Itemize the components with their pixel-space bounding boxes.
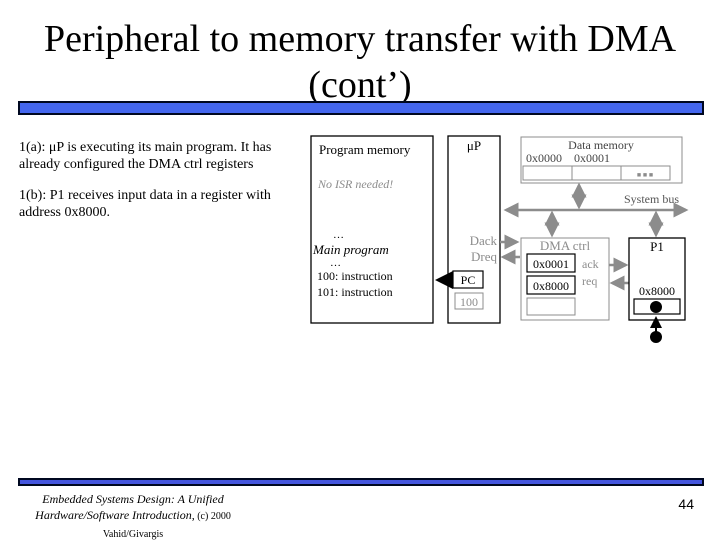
dma-register-1-value: 0x0001 xyxy=(533,257,569,271)
no-isr-note: No ISR needed! xyxy=(317,177,393,191)
dack-label: Dack xyxy=(470,233,498,248)
pc-value: 100 xyxy=(460,295,478,309)
footer-divider-bar xyxy=(18,478,704,486)
dma-register-2-value: 0x8000 xyxy=(533,279,569,293)
program-memory-label: Program memory xyxy=(319,142,411,157)
system-bus-label: System bus xyxy=(624,192,679,206)
p1-label: P1 xyxy=(650,239,664,254)
data-memory-ellipsis: ■ ■ ■ xyxy=(637,171,653,179)
data-memory-addr-0: 0x0000 xyxy=(526,151,562,165)
footer-citation: Embedded Systems Design: A Unified Hardw… xyxy=(18,491,248,543)
p1-register-address: 0x8000 xyxy=(639,284,675,298)
dma-ctrl-block: DMA ctrl 0x0001 0x8000 ack req xyxy=(520,237,610,321)
dma-register-3 xyxy=(526,297,576,316)
footer-book-title: Hardware/Software Introduction, xyxy=(35,508,195,522)
p1-block: P1 0x8000 xyxy=(628,237,686,321)
footer-line-1: Embedded Systems Design: A Unified xyxy=(42,492,224,506)
data-memory-block: Data memory 0x0000 0x0001 ■ ■ ■ xyxy=(520,136,683,184)
footer-line-2: Hardware/Software Introduction, (c) 2000… xyxy=(18,507,248,543)
system-bus: System bus xyxy=(503,182,689,238)
data-memory-addr-1: 0x0001 xyxy=(574,151,610,165)
data-memory-cell-1 xyxy=(571,165,622,181)
up-label: μP xyxy=(467,138,481,153)
dreq-label: Dreq xyxy=(471,249,497,264)
instruction-101: 101: instruction xyxy=(317,285,393,299)
req-label: req xyxy=(582,274,597,288)
ack-label: ack xyxy=(582,257,599,271)
microprocessor-block: μP Dack Dreq PC 100 xyxy=(447,135,501,324)
input-data-dot xyxy=(650,331,662,343)
ellipsis-1: … xyxy=(333,229,344,241)
p1-register-data-dot xyxy=(650,301,662,313)
program-memory-block: Program memory No ISR needed! … Main pro… xyxy=(310,135,434,324)
data-memory-label: Data memory xyxy=(568,138,634,152)
instruction-100: 100: instruction xyxy=(317,269,393,283)
ellipsis-2: … xyxy=(330,257,341,269)
pc-label: PC xyxy=(461,273,476,287)
page-number: 44 xyxy=(678,496,694,512)
data-memory-cell-0 xyxy=(522,165,573,181)
dma-ctrl-label: DMA ctrl xyxy=(540,238,591,253)
dma-diagram: Program memory No ISR needed! … Main pro… xyxy=(310,135,689,343)
main-program-label: Main program xyxy=(312,242,389,257)
